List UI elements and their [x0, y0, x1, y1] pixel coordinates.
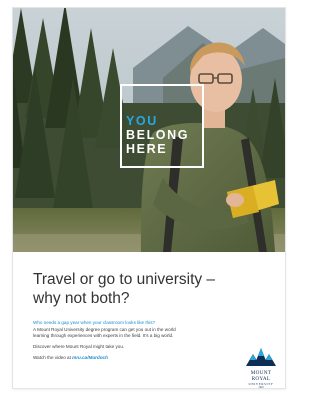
- badge-line-you: YOU: [126, 114, 158, 128]
- you-belong-here-badge: YOU BELONG HERE: [120, 84, 204, 168]
- mountain-peaks-icon: [246, 348, 276, 366]
- intro-line-2: A Mount Royal University degree program …: [33, 326, 176, 332]
- headline-line-1: Travel or go to university –: [33, 271, 216, 288]
- logo-year: 1910: [258, 386, 264, 390]
- video-prefix: Watch the video at: [33, 355, 73, 361]
- headline-line-2: why not both?: [33, 290, 130, 307]
- headline: Travel or go to university – why not bot…: [33, 270, 273, 308]
- logo-name: MOUNT ROYAL: [250, 370, 272, 382]
- badge-line-here: HERE: [126, 142, 168, 156]
- intro-line-3: learning through experiences with expert…: [33, 333, 174, 339]
- discover-paragraph: Discover where Mount Royal might take yo…: [33, 344, 125, 350]
- badge-line-belong: BELONG: [126, 128, 190, 142]
- advertisement-page: YOU BELONG HERE Travel or go to universi…: [13, 8, 285, 390]
- video-link[interactable]: mru.ca/Murdoch: [72, 355, 108, 360]
- hero-photo: YOU BELONG HERE: [13, 8, 285, 252]
- intro-question: Who needs a gap year when your classroom…: [33, 320, 156, 325]
- video-paragraph: Watch the video at mru.ca/Murdoch: [33, 355, 233, 362]
- mount-royal-logo: MOUNT ROYAL UNIVERSITY 1910: [241, 346, 281, 390]
- body-copy: Who needs a gap year when your classroom…: [33, 320, 233, 366]
- intro-paragraph: Who needs a gap year when your classroom…: [33, 320, 233, 340]
